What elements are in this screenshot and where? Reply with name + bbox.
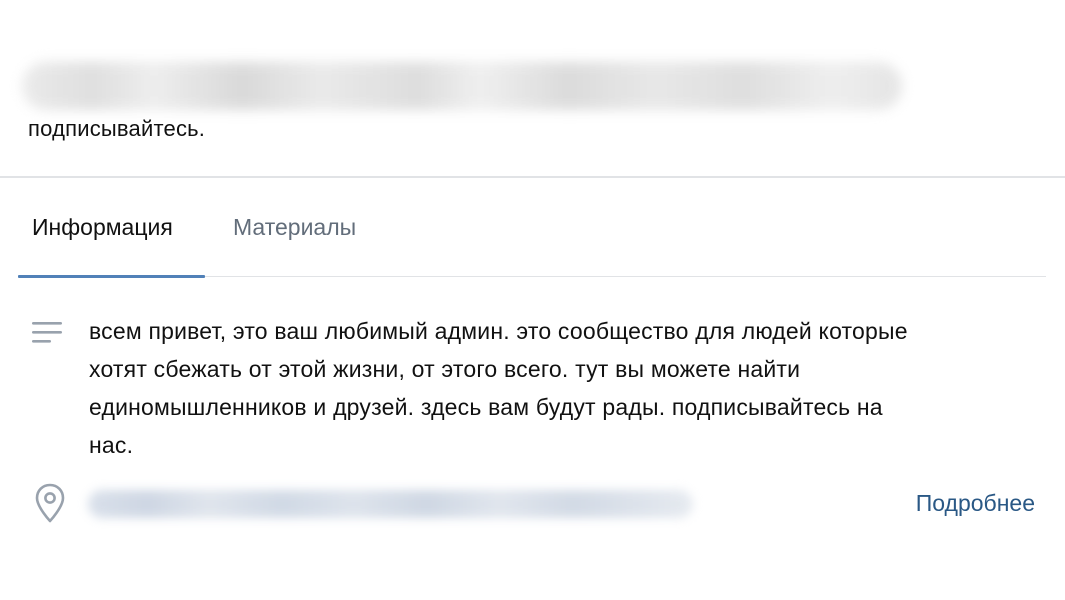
location-row: Подробнее — [30, 482, 1040, 526]
community-info-page: подписывайтесь. Информация Материалы все… — [0, 0, 1065, 600]
blurred-location-link[interactable] — [88, 490, 693, 518]
description-line: всем привет, это ваш любимый админ. это … — [89, 318, 908, 344]
status-text-tail: подписывайтесь. — [28, 116, 206, 141]
tab-materials[interactable]: Материалы — [233, 214, 356, 241]
tab-information[interactable]: Информация — [32, 214, 173, 241]
map-pin-icon — [35, 483, 65, 523]
description-line: нас. — [89, 432, 134, 458]
more-details-link[interactable]: Подробнее — [916, 490, 1035, 517]
blurred-status-text — [22, 62, 902, 110]
tab-bar: Информация Материалы — [18, 178, 1046, 278]
community-description: всем привет, это ваш любимый админ. это … — [89, 312, 1039, 464]
description-line: единомышленников и друзей. здесь вам буд… — [89, 394, 883, 420]
community-status-block: подписывайтесь. — [0, 0, 1065, 176]
description-line: хотят сбежать от этой жизни, от этого вс… — [89, 356, 801, 382]
description-lines-icon — [32, 322, 62, 343]
active-tab-indicator — [18, 275, 205, 278]
